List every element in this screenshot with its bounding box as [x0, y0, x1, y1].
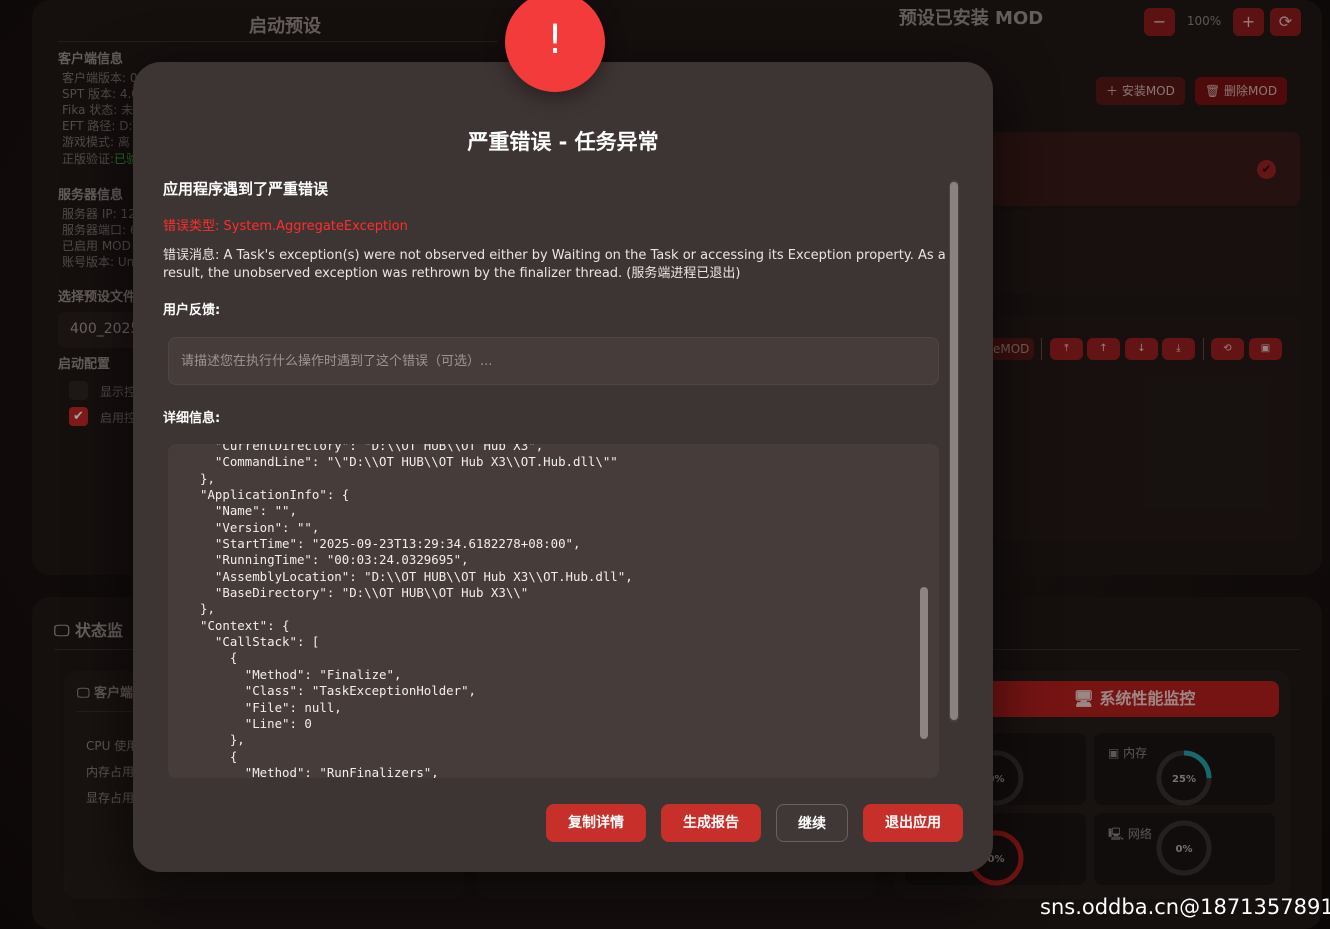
- dialog-title: 严重错误 - 任务异常: [467, 130, 659, 154]
- watermark-text: sns.oddba.cn@18713578912: [1040, 895, 1330, 919]
- error-message: 错误消息: A Task's exception(s) were not obs…: [163, 248, 946, 281]
- error-details-box[interactable]: "CurrentDirectory": "D:\\OT HUB\\OT Hub …: [168, 444, 939, 778]
- details-label: 详细信息:: [163, 411, 221, 426]
- feedback-input[interactable]: [168, 337, 939, 385]
- error-details-text: "CurrentDirectory": "D:\\OT HUB\\OT Hub …: [200, 444, 633, 778]
- feedback-label: 用户反馈:: [163, 303, 221, 318]
- copy-details-button[interactable]: 复制详情: [546, 804, 646, 842]
- dialog-scrollbar-thumb[interactable]: [950, 182, 958, 720]
- details-scrollbar[interactable]: [920, 587, 928, 739]
- generate-report-button[interactable]: 生成报告: [661, 804, 761, 842]
- error-type: 错误类型: System.AggregateException: [163, 219, 408, 234]
- exit-app-button[interactable]: 退出应用: [863, 804, 963, 842]
- continue-button[interactable]: 继续: [776, 804, 848, 842]
- error-heading: 应用程序遇到了严重错误: [163, 180, 329, 198]
